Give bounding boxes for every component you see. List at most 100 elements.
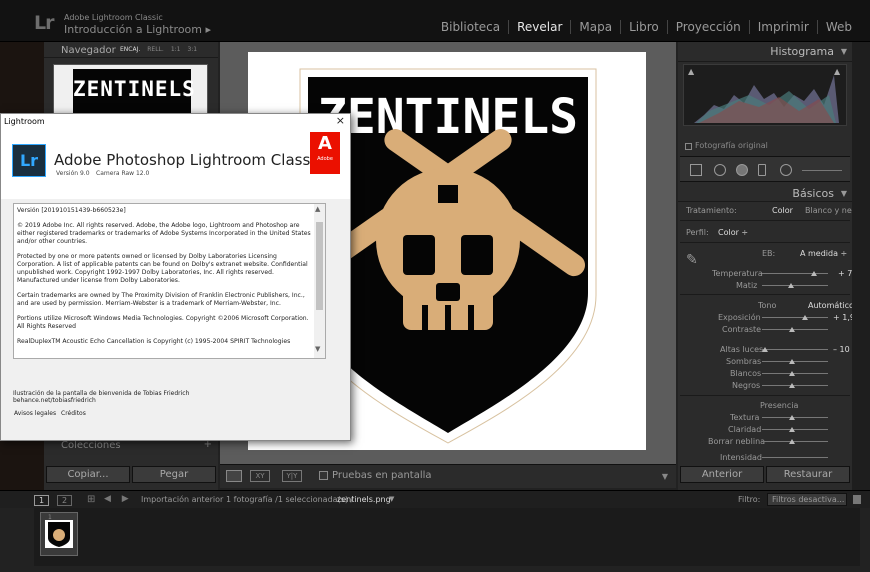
dehaze-knob[interactable] xyxy=(789,439,795,444)
red-eye-icon[interactable] xyxy=(736,164,748,176)
original-photo-checkbox[interactable] xyxy=(685,143,692,150)
loupe-view-button[interactable] xyxy=(226,470,242,482)
credits-link[interactable]: Créditos xyxy=(61,410,86,417)
zoom-3-1[interactable]: 3:1 xyxy=(187,46,197,53)
temperature-slider[interactable] xyxy=(762,273,828,274)
filter-lock-icon[interactable] xyxy=(853,495,861,504)
filter-select[interactable]: Filtros desactiva... ÷ xyxy=(767,493,847,515)
reset-button[interactable]: Restaurar xyxy=(766,466,850,483)
contrast-knob[interactable] xyxy=(789,327,795,332)
zoom-fill[interactable]: RELL. xyxy=(147,46,164,53)
profile-select[interactable]: Color ÷ xyxy=(718,228,748,237)
scroll-down-icon[interactable]: ▼ xyxy=(315,345,320,353)
histogram-title: Histograma xyxy=(770,45,834,58)
right-panel-scrollbar[interactable] xyxy=(852,42,870,490)
previous-button[interactable]: Anterior xyxy=(680,466,764,483)
photo-title: ZENTINELS xyxy=(318,89,578,145)
treatment-color-option[interactable]: Color xyxy=(772,206,793,215)
graduated-filter-icon[interactable] xyxy=(758,164,766,176)
dehaze-slider[interactable] xyxy=(762,441,828,442)
compare-xy-button[interactable]: XY xyxy=(250,470,270,482)
blacks-slider[interactable] xyxy=(762,385,828,386)
shadows-knob[interactable] xyxy=(789,359,795,364)
contrast-slider[interactable] xyxy=(762,329,828,330)
wb-select[interactable]: A medida ÷ xyxy=(800,249,847,258)
proof-checkbox[interactable] xyxy=(319,471,328,480)
legal-paragraph: Protected by one or more patents owned o… xyxy=(17,253,308,284)
highlights-label: Altas luces xyxy=(720,345,764,354)
whites-knob[interactable] xyxy=(789,371,795,376)
histogram[interactable]: ▲ ▲ xyxy=(683,64,847,126)
brush-slider-icon[interactable] xyxy=(802,170,842,171)
module-imprimir[interactable]: Imprimir xyxy=(748,20,817,34)
divider xyxy=(680,294,850,295)
selection-count: 1 fotografía /1 seleccionada(s) / xyxy=(226,495,354,504)
texture-slider[interactable] xyxy=(762,417,828,418)
tint-slider[interactable] xyxy=(762,285,828,286)
radial-filter-icon[interactable] xyxy=(780,164,792,176)
divider xyxy=(680,220,850,221)
module-revelar[interactable]: Revelar xyxy=(508,20,570,34)
scroll-thumb[interactable] xyxy=(316,222,323,310)
grid-view-icon[interactable]: ⊞ xyxy=(87,494,95,505)
auto-button[interactable]: Automático xyxy=(808,301,854,310)
legal-notices-link[interactable]: Avisos legales xyxy=(14,410,56,417)
film-thumbnail[interactable]: 1 xyxy=(40,512,78,556)
module-mapa[interactable]: Mapa xyxy=(570,20,620,34)
source-menu-icon[interactable]: ▼ xyxy=(389,495,394,503)
temperature-value[interactable]: + 7 xyxy=(838,269,852,278)
legal-text-box[interactable]: Versión [201910151439-b660523e] © 2019 A… xyxy=(13,203,326,359)
clarity-knob[interactable] xyxy=(789,427,795,432)
copy-button[interactable]: Copiar... xyxy=(46,466,130,483)
scroll-up-icon[interactable]: ▲ xyxy=(315,205,320,213)
collapse-icon[interactable]: ▼ xyxy=(841,47,847,56)
navigator-header[interactable]: Navegador ENCAJ. RELL. 1:1 3:1 xyxy=(44,42,218,58)
intensity-slider[interactable] xyxy=(762,457,828,458)
highlights-knob[interactable] xyxy=(762,347,768,352)
module-proyeccion[interactable]: Proyección xyxy=(666,20,749,34)
module-web[interactable]: Web xyxy=(816,20,860,34)
eyedropper-icon[interactable]: ✎ xyxy=(686,252,698,268)
exposure-knob[interactable] xyxy=(802,315,808,320)
whites-slider[interactable] xyxy=(762,373,828,374)
blacks-knob[interactable] xyxy=(789,383,795,388)
exposure-slider[interactable] xyxy=(762,317,828,318)
back-forward-icons[interactable]: ◀ ▶ xyxy=(104,494,133,504)
collapse-icon[interactable]: ▼ xyxy=(841,189,847,198)
dialog-header: Lr Adobe Photoshop Lightroom Classic Ver… xyxy=(1,129,350,199)
dialog-titlebar: Lightroom × xyxy=(1,114,350,129)
close-icon[interactable]: × xyxy=(336,114,345,127)
divider xyxy=(680,242,850,243)
view-toolbar: XY Y|Y Pruebas en pantalla ▼ xyxy=(220,464,676,488)
collections-title: Colecciones xyxy=(61,440,121,451)
texture-knob[interactable] xyxy=(789,415,795,420)
highlights-value[interactable]: – 10 xyxy=(833,345,850,354)
zoom-1-1[interactable]: 1:1 xyxy=(171,46,181,53)
navigator-title: Navegador xyxy=(61,45,116,56)
module-biblioteca[interactable]: Biblioteca xyxy=(433,20,508,34)
zoom-fit[interactable]: ENCAJ. xyxy=(120,46,140,53)
toolbar-menu-icon[interactable]: ▼ xyxy=(662,472,668,481)
shadows-label: Sombras xyxy=(726,357,762,366)
main-window-button[interactable]: 1 xyxy=(34,495,49,506)
text-scrollbar[interactable]: ▲ ▼ xyxy=(314,204,325,358)
histogram-header[interactable]: Histograma ▼ xyxy=(678,42,852,62)
source-label[interactable]: Importación anterior xyxy=(141,495,223,504)
shadows-slider[interactable] xyxy=(762,361,828,362)
whites-label: Blancos xyxy=(730,369,762,378)
splash-credit: Ilustración de la pantalla de bienvenida… xyxy=(13,390,190,397)
dehaze-label: Borrar neblina xyxy=(708,437,766,446)
about-dialog: Lightroom × Lr Adobe Photoshop Lightroom… xyxy=(0,113,351,441)
highlights-slider[interactable] xyxy=(762,349,828,350)
basic-panel-header[interactable]: Básicos ▼ xyxy=(678,184,852,202)
temperature-knob[interactable] xyxy=(811,271,817,276)
spot-removal-icon[interactable] xyxy=(714,164,726,176)
tint-knob[interactable] xyxy=(788,283,794,288)
second-window-button[interactable]: 2 xyxy=(57,495,72,506)
intro-link[interactable]: Introducción a Lightroom ▸ xyxy=(64,23,211,36)
module-libro[interactable]: Libro xyxy=(620,20,667,34)
clarity-slider[interactable] xyxy=(762,429,828,430)
crop-tool-icon[interactable] xyxy=(690,164,702,176)
compare-yy-button[interactable]: Y|Y xyxy=(282,470,302,482)
paste-button[interactable]: Pegar xyxy=(132,466,216,483)
